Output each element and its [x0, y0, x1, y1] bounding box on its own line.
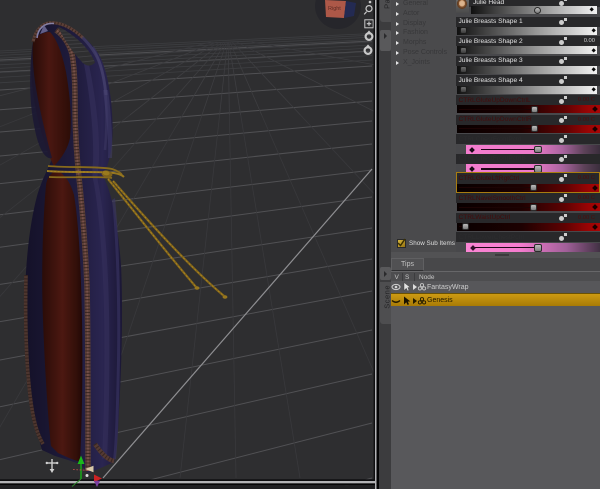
svg-text:Right: Right — [328, 6, 341, 12]
